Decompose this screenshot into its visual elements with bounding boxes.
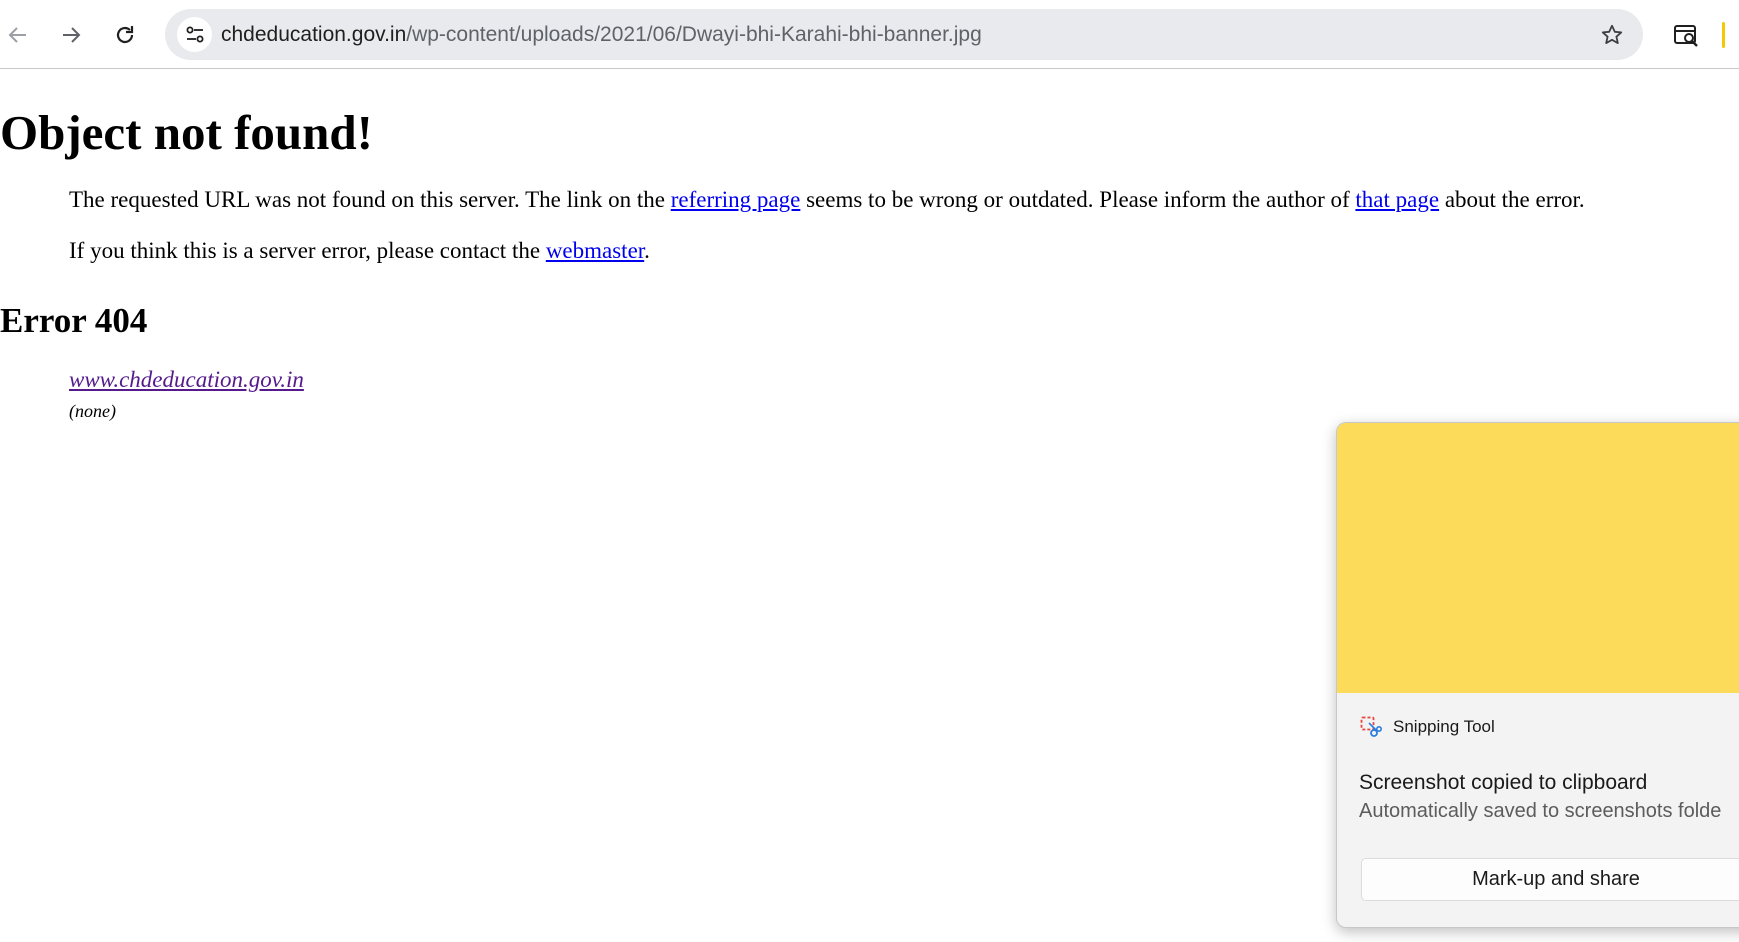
- tune-icon: [186, 26, 203, 42]
- bookmark-button[interactable]: [1594, 17, 1629, 52]
- back-button[interactable]: [0, 14, 39, 56]
- url-host: chdeducation.gov.in: [221, 23, 407, 46]
- forward-button[interactable]: [50, 14, 92, 56]
- arrow-right-icon: [63, 27, 81, 43]
- snipping-tool-notification[interactable]: Snipping Tool Screenshot copied to clipb…: [1336, 422, 1739, 928]
- profile-accent: [1722, 22, 1725, 48]
- error-text-part2: seems to be wrong or outdated. Please in…: [800, 187, 1356, 212]
- star-icon: [1601, 24, 1622, 44]
- referring-page-link[interactable]: referring page: [671, 187, 801, 212]
- notification-app-header: Snipping Tool: [1359, 715, 1495, 739]
- server-address-note: (none): [69, 401, 116, 421]
- server-note-part2: .: [644, 238, 650, 263]
- notification-app-name: Snipping Tool: [1393, 717, 1495, 736]
- error-text-part1: The requested URL was not found on this …: [69, 187, 671, 212]
- notification-title: Screenshot copied to clipboard: [1359, 771, 1648, 794]
- lens-search-icon: [1674, 25, 1698, 47]
- snipping-tool-icon: [1360, 716, 1382, 737]
- page-title: Object not found!: [0, 105, 373, 160]
- server-address-link[interactable]: www.chdeducation.gov.in: [69, 367, 304, 393]
- lens-search-button[interactable]: [1665, 14, 1707, 56]
- markup-and-share-button[interactable]: Mark-up and share: [1361, 858, 1739, 901]
- error-code-heading: Error 404: [0, 301, 148, 340]
- that-page-link[interactable]: that page: [1355, 187, 1439, 212]
- reload-icon: [116, 26, 134, 44]
- notification-subtitle: Automatically saved to screenshots folde: [1359, 800, 1722, 822]
- screenshot-preview[interactable]: [1337, 423, 1739, 693]
- reload-button[interactable]: [104, 14, 146, 56]
- arrow-left-icon: [8, 27, 26, 43]
- webmaster-link[interactable]: webmaster: [546, 238, 644, 263]
- error-description: The requested URL was not found on this …: [69, 187, 1585, 213]
- error-text-part3: about the error.: [1439, 187, 1585, 212]
- browser-toolbar: chdeducation.gov.in/wp-content/uploads/2…: [0, 0, 1739, 69]
- url-text[interactable]: chdeducation.gov.in/wp-content/uploads/2…: [221, 9, 982, 60]
- server-note-part1: If you think this is a server error, ple…: [69, 238, 546, 263]
- site-info-button[interactable]: [177, 17, 212, 52]
- server-error-note: If you think this is a server error, ple…: [69, 238, 650, 264]
- url-path: /wp-content/uploads/2021/06/Dwayi-bhi-Ka…: [406, 23, 982, 46]
- address-bar[interactable]: chdeducation.gov.in/wp-content/uploads/2…: [165, 9, 1643, 60]
